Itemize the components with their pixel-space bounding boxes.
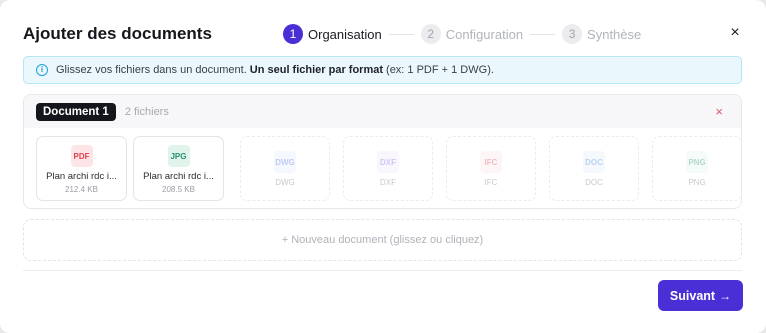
info-banner: i Glissez vos fichiers dans un document.… bbox=[23, 56, 742, 84]
step-synthese[interactable]: 3 Synthèse bbox=[562, 24, 641, 44]
slot-label: DXF bbox=[380, 178, 396, 187]
stepper: 1 Organisation 2 Configuration 3 Synthès… bbox=[283, 22, 641, 46]
file-size: 212.4 KB bbox=[65, 185, 98, 194]
dwg-file-icon: DWG bbox=[274, 151, 296, 173]
step-number: 1 bbox=[283, 24, 303, 44]
step-configuration[interactable]: 2 Configuration bbox=[420, 24, 524, 44]
step-number: 2 bbox=[420, 24, 441, 44]
new-document-dropzone[interactable]: + Nouveau document (glissez ou cliquez) bbox=[23, 219, 742, 261]
dxf-file-icon: DXF bbox=[377, 151, 399, 173]
modal-title: Ajouter des documents bbox=[23, 24, 212, 43]
next-button[interactable]: Suivant → bbox=[658, 280, 743, 311]
file-name: Plan archi rdc i... bbox=[46, 171, 117, 182]
slot-label: PNG bbox=[688, 178, 706, 187]
info-text-example: (ex: 1 PDF + 1 DWG). bbox=[386, 64, 494, 76]
file-card-pdf[interactable]: PDF Plan archi rdc i... 212.4 KB bbox=[36, 136, 127, 201]
step-label: Organisation bbox=[308, 26, 382, 42]
jpg-file-icon: JPG bbox=[167, 145, 190, 167]
close-icon[interactable]: × bbox=[726, 24, 744, 42]
info-icon: i bbox=[36, 64, 48, 76]
empty-slot-png[interactable]: PNG PNG bbox=[652, 136, 741, 201]
remove-document-icon[interactable]: × bbox=[715, 104, 723, 119]
empty-slot-ifc[interactable]: IFC IFC bbox=[446, 136, 536, 201]
step-organisation[interactable]: 1 Organisation bbox=[283, 24, 382, 44]
file-list: PDF Plan archi rdc i... 212.4 KB JPG Pla… bbox=[36, 136, 741, 201]
empty-slot-dxf[interactable]: DXF DXF bbox=[343, 136, 433, 201]
document-header: Document 1 2 fichiers × bbox=[24, 95, 741, 128]
modal-header: Ajouter des documents 1 Organisation 2 C… bbox=[23, 22, 744, 50]
step-connector bbox=[530, 33, 556, 35]
info-text: Glissez vos fichiers dans un document. bbox=[56, 64, 247, 76]
add-documents-modal: Ajouter des documents 1 Organisation 2 C… bbox=[0, 0, 766, 333]
document-group[interactable]: Document 1 2 fichiers × PDF Plan archi r… bbox=[23, 94, 742, 209]
step-label: Configuration bbox=[445, 26, 524, 42]
pdf-file-icon: PDF bbox=[70, 145, 93, 167]
next-button-label: Suivant bbox=[669, 288, 716, 303]
footer-divider bbox=[23, 270, 742, 271]
arrow-right-icon: → bbox=[719, 288, 732, 303]
empty-slot-dwg[interactable]: DWG DWG bbox=[240, 136, 330, 201]
empty-slot-doc[interactable]: DOC DOC bbox=[549, 136, 639, 201]
file-name: Plan archi rdc i... bbox=[143, 171, 214, 182]
ifc-file-icon: IFC bbox=[480, 151, 502, 173]
file-count: 2 fichiers bbox=[124, 105, 169, 118]
slot-label: DOC bbox=[585, 178, 603, 187]
step-number: 3 bbox=[562, 24, 583, 44]
file-card-jpg[interactable]: JPG Plan archi rdc i... 208.5 KB bbox=[133, 136, 224, 201]
step-connector bbox=[388, 33, 414, 35]
new-document-label: + Nouveau document (glissez ou cliquez) bbox=[281, 234, 484, 246]
png-file-icon: PNG bbox=[686, 151, 708, 173]
step-label: Synthèse bbox=[587, 26, 642, 42]
file-size: 208.5 KB bbox=[162, 185, 195, 194]
info-text-bold: Un seul fichier par format bbox=[249, 64, 384, 76]
document-badge: Document 1 bbox=[36, 102, 116, 121]
doc-file-icon: DOC bbox=[583, 151, 605, 173]
slot-label: DWG bbox=[275, 178, 295, 187]
slot-label: IFC bbox=[484, 178, 498, 187]
